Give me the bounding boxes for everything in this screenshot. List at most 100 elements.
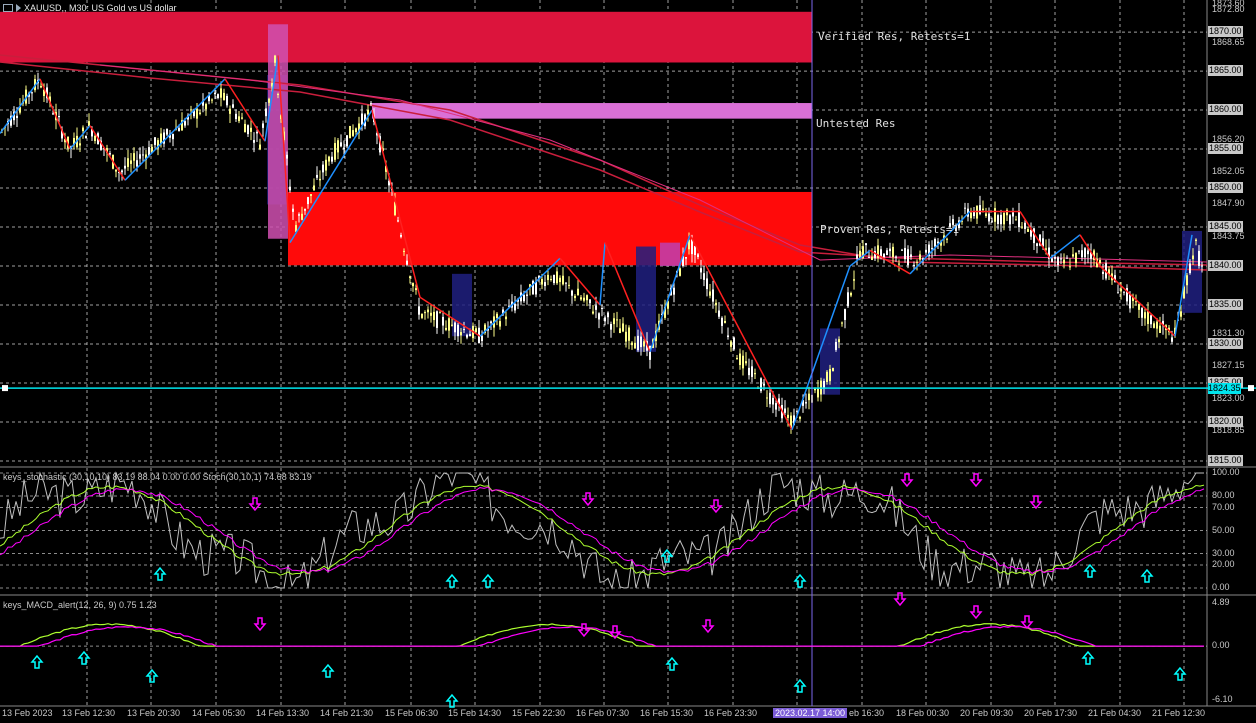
price-tick-label: 1847.90	[1212, 198, 1245, 209]
candle-body	[718, 310, 720, 317]
candle-body	[343, 147, 345, 150]
candle-body	[1192, 255, 1194, 260]
candle-body	[541, 278, 543, 285]
chart-canvas[interactable]	[0, 0, 1256, 723]
autoscroll-icon[interactable]	[16, 4, 21, 12]
candle-body	[133, 153, 135, 161]
candle-body	[346, 135, 348, 147]
candle-body	[190, 109, 192, 111]
candle-body	[697, 254, 699, 258]
zone-untested-res	[372, 103, 812, 119]
macd-sell-arrow-icon	[253, 617, 267, 632]
stoch-level-label: 50.00	[1212, 524, 1235, 535]
candle-body	[679, 268, 681, 276]
candle-body	[616, 319, 618, 321]
candle-body	[1195, 239, 1197, 242]
candle-body	[1159, 325, 1161, 333]
price-tick-label: 1870.00	[1208, 26, 1243, 38]
candle-body	[721, 317, 723, 326]
candle-body	[136, 160, 138, 167]
candle-body	[1015, 219, 1017, 221]
candle-body	[244, 123, 246, 133]
candle-body	[31, 92, 33, 94]
stoch-level-label: 30.00	[1212, 547, 1235, 558]
candle-body	[589, 299, 591, 304]
candle-body	[550, 278, 552, 280]
price-tick-label: 1852.05	[1212, 166, 1245, 177]
candle-body	[634, 342, 636, 349]
candle-body	[253, 139, 255, 143]
candle-body	[406, 260, 408, 265]
candle-body	[865, 243, 867, 246]
time-tick-label: 20 Feb 17:30	[1024, 708, 1078, 718]
candle-body	[898, 263, 900, 265]
candle-body	[412, 283, 414, 287]
candle-body	[355, 128, 357, 133]
candle-body	[463, 329, 465, 331]
candle-body	[760, 378, 762, 392]
candle-body	[172, 134, 174, 140]
candle-body	[601, 307, 603, 309]
candle-body	[1003, 212, 1005, 225]
stoch-buy-arrow-icon	[1140, 568, 1154, 583]
candle-body	[199, 112, 201, 114]
candle-body	[724, 320, 726, 323]
candle-body	[700, 268, 702, 273]
candle-body	[499, 321, 501, 327]
candle-body	[262, 123, 264, 128]
candle-body	[505, 316, 507, 320]
candle-body	[991, 220, 993, 222]
candle-body	[1054, 256, 1056, 259]
line-price-label: 1824.35	[1208, 383, 1241, 395]
stoch-buy-arrow-icon	[481, 573, 495, 588]
price-tick-label: 1868.65	[1212, 36, 1245, 47]
candle-body	[574, 295, 576, 299]
candle-body	[739, 353, 741, 365]
candle-body	[526, 294, 528, 296]
candle-body	[838, 339, 840, 343]
candle-body	[247, 125, 249, 135]
candle-body	[427, 309, 429, 313]
candle-body	[274, 55, 276, 63]
time-tick-label: eb 16:30	[849, 708, 885, 718]
time-tick-label: 18 Feb 00:30	[896, 708, 950, 718]
candle-body	[727, 335, 729, 338]
time-tick-label: 16 Feb 15:30	[640, 708, 694, 718]
candle-body	[556, 271, 558, 284]
candle-body	[424, 312, 426, 314]
candle-body	[559, 277, 561, 283]
candle-body	[1120, 288, 1122, 292]
candle-body	[301, 213, 303, 220]
candle-body	[1198, 250, 1200, 266]
candle-body	[268, 98, 270, 103]
macd-sell-arrow-icon	[1020, 615, 1034, 630]
zone-label-verified: Verified Res, Retests=1	[818, 30, 971, 43]
candle-body	[238, 116, 240, 122]
candle-body	[397, 220, 399, 222]
candle-body	[883, 253, 885, 258]
candle-body	[970, 212, 972, 219]
stoch-pane-title: keys_stochastic (30,10,10) 83.19 88.04 0…	[3, 472, 312, 482]
price-tick-label: 1850.00	[1208, 182, 1243, 194]
stoch-sell-arrow-icon	[1029, 495, 1043, 510]
candle-body	[628, 327, 630, 341]
candle-body	[1072, 254, 1074, 257]
candle-body	[598, 313, 600, 320]
candle-body	[1171, 337, 1173, 342]
time-tick-label: 14 Feb 21:30	[320, 708, 374, 718]
candle-body	[976, 206, 978, 219]
candle-body	[1027, 229, 1029, 232]
candle-body	[223, 92, 225, 101]
candle-body	[340, 142, 342, 147]
candle-body	[490, 321, 492, 324]
chart-window-icon[interactable]	[3, 4, 13, 12]
candle-body	[334, 143, 336, 160]
candle-body	[892, 246, 894, 258]
candle-body	[799, 416, 801, 419]
candle-body	[1075, 252, 1077, 264]
candle-body	[1057, 257, 1059, 266]
line-handle-left	[2, 385, 8, 392]
candle-body	[844, 309, 846, 320]
macd-sell-arrow-icon	[701, 619, 715, 634]
candle-body	[1138, 304, 1140, 310]
